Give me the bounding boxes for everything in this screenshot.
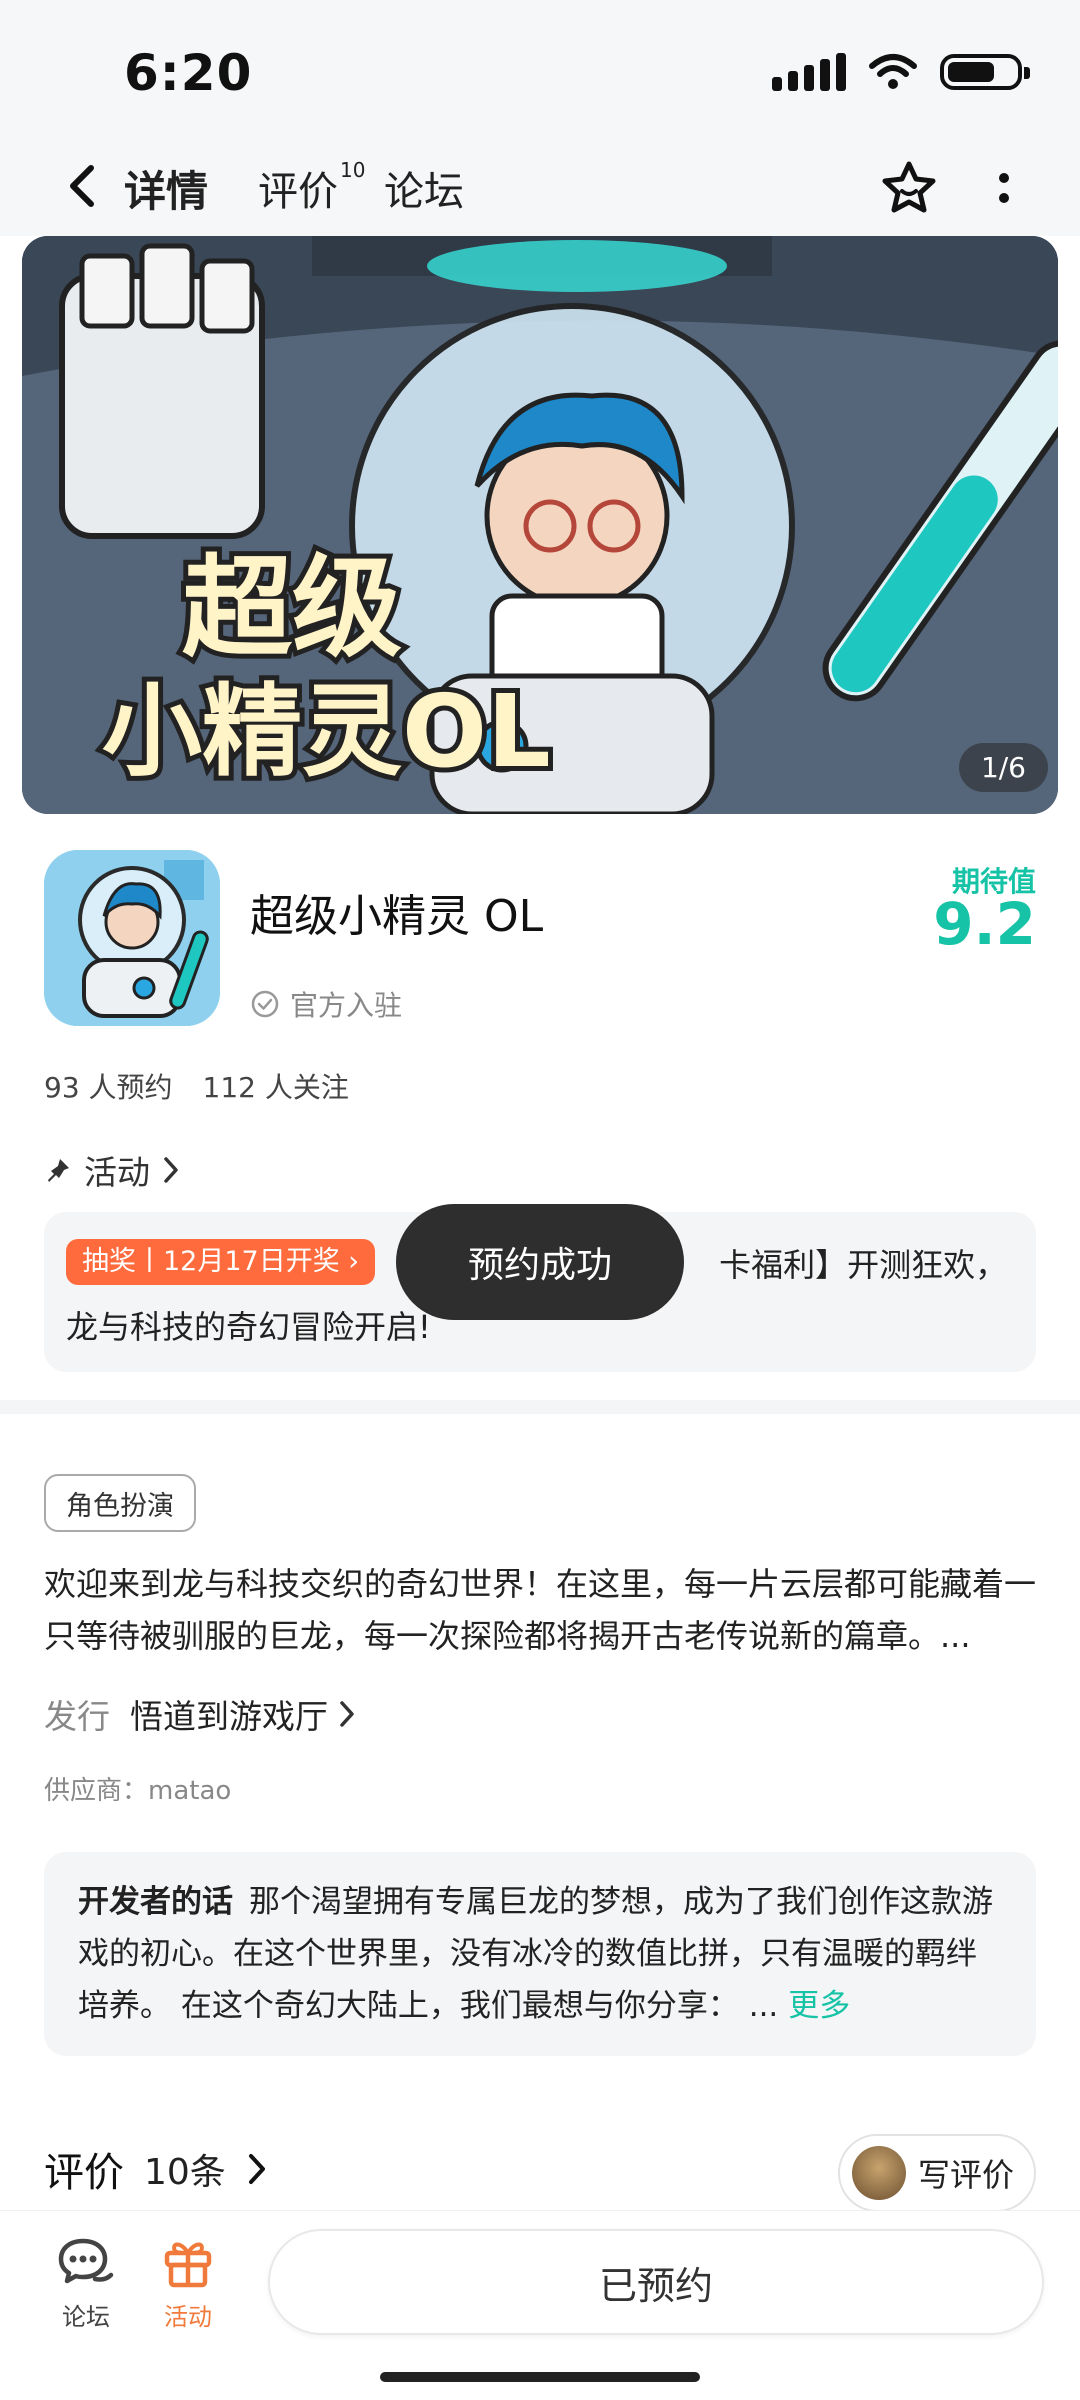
svg-text:小精灵OL: 小精灵OL <box>102 673 551 790</box>
lottery-badge[interactable]: 抽奖丨12月17日开奖 › <box>66 1239 376 1285</box>
tab-forum-label: 论坛 <box>384 169 464 215</box>
publisher-label: 发行 <box>44 1697 110 1736</box>
publisher-row[interactable]: 发行 悟道到游戏厅 <box>44 1690 356 1738</box>
chevron-right-icon <box>340 1701 354 1727</box>
chevron-left-icon <box>70 165 94 207</box>
developer-note-title: 开发者的话 <box>78 1884 233 1920</box>
genre-tag[interactable]: 角色扮演 <box>44 1474 196 1532</box>
activity-section-header[interactable]: 活动 <box>44 1146 180 1194</box>
write-review-button[interactable]: 写评价 <box>838 2134 1036 2212</box>
bottom-activity-label: 活动 <box>164 2303 212 2331</box>
pin-icon <box>48 1159 69 1182</box>
expect-score-value: 9.2 <box>933 890 1036 958</box>
app-name: 超级小精灵 OL <box>250 891 544 942</box>
developer-note-card[interactable]: 开发者的话 那个渴望拥有专属巨龙的梦想，成为了我们创作这款游戏的初心。在这个世界里… <box>44 1852 1036 2056</box>
activity-header-label: 活动 <box>84 1153 150 1192</box>
tab-review-badge: 10 <box>340 158 366 182</box>
status-time: 6:20 <box>124 44 253 102</box>
publisher-name: 悟道到游戏厅 <box>130 1697 328 1736</box>
official-label: 官方入驻 <box>290 989 403 1022</box>
more-options-button[interactable] <box>976 140 1032 236</box>
chevron-right-icon <box>164 1157 178 1183</box>
tab-forum[interactable]: 论坛 <box>384 140 464 236</box>
tab-detail-label: 详情 <box>124 166 209 216</box>
reviews-header[interactable]: 评价 10条 <box>44 2140 268 2198</box>
wifi-icon <box>869 54 917 89</box>
tab-detail[interactable]: 详情 <box>120 140 214 236</box>
reservation-count: 93 人预约 <box>44 1071 173 1104</box>
tab-review-label: 评价 <box>258 169 338 215</box>
supplier-info: 供应商：matao <box>44 1776 232 1806</box>
toast-message: 预约成功 <box>396 1204 684 1320</box>
reviews-count: 10条 <box>144 2152 226 2193</box>
home-indicator <box>380 2372 700 2382</box>
game-description[interactable]: 欢迎来到龙与科技交织的奇幻世界！在这里，每一片云层都可能藏着一只等待被驯服的巨龙… <box>44 1558 1036 1662</box>
bottom-forum-label: 论坛 <box>62 2303 110 2331</box>
star-icon <box>882 161 936 213</box>
svg-text:超级: 超级 <box>182 544 402 672</box>
verified-check-icon <box>251 990 279 1018</box>
status-icons <box>772 52 1030 92</box>
developer-note-ellipsis: ... <box>748 1988 779 2024</box>
nav-bar: 详情 评价 10 论坛 <box>0 140 1080 236</box>
banner-illustration: 超级 小精灵OL <box>22 236 1058 814</box>
write-review-label: 写评价 <box>918 2156 1015 2194</box>
bottom-forum-button[interactable]: 论坛 <box>36 2235 136 2332</box>
banner-carousel[interactable]: 超级 小精灵OL 1/6 <box>22 236 1058 814</box>
stats-row: 93 人预约 112 人关注 <box>44 1066 349 1106</box>
status-bar: 6:20 <box>0 0 1080 140</box>
official-badge: 官方入驻 <box>250 984 402 1024</box>
section-divider <box>0 1400 1080 1414</box>
back-button[interactable] <box>52 146 112 226</box>
forum-icon <box>58 2238 114 2284</box>
battery-icon <box>940 54 1030 90</box>
chevron-right-icon <box>248 2154 265 2184</box>
developer-note-more-link[interactable]: 更多 <box>788 1988 850 2024</box>
banner-page-counter: 1/6 <box>958 743 1048 792</box>
app-icon <box>44 850 220 1026</box>
lottery-badge-label: 抽奖丨12月17日开奖 <box>82 1246 340 1277</box>
gift-icon <box>164 2242 212 2288</box>
reviews-title: 评价 <box>44 2150 124 2196</box>
user-avatar <box>852 2146 906 2200</box>
bottom-activity-button[interactable]: 活动 <box>138 2235 238 2332</box>
follower-count: 112 人关注 <box>202 1071 349 1104</box>
signal-icon <box>772 53 846 91</box>
favorite-button[interactable] <box>874 140 944 236</box>
reserved-button[interactable]: 已预约 <box>268 2229 1044 2335</box>
tab-review[interactable]: 评价 10 <box>258 140 365 236</box>
